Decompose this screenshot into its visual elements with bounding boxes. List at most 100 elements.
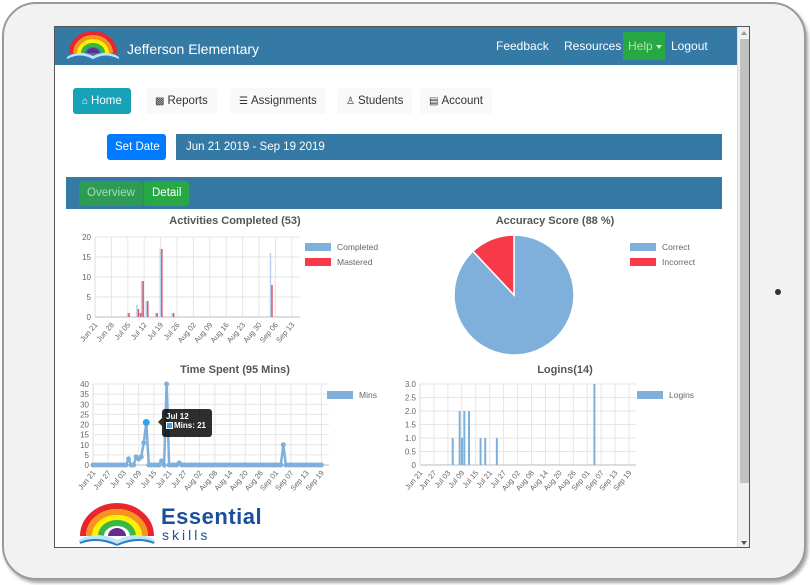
activities-chart-title: Activities Completed (53) — [169, 215, 301, 227]
bar-mastered — [142, 281, 144, 317]
point-mins — [126, 456, 132, 462]
person-icon: ♙ — [346, 96, 355, 107]
point-mins — [131, 462, 137, 468]
legend-label-mins: Mins — [359, 390, 377, 400]
rainbow-logo-icon[interactable] — [65, 31, 121, 61]
legend-mins[interactable]: Mins — [327, 390, 377, 400]
x-tick-label: Jul 15 — [139, 469, 159, 490]
scrollbar-thumb[interactable] — [740, 39, 749, 483]
x-tick-label: Jun 28 — [95, 321, 116, 344]
tooltip-swatch — [166, 422, 173, 429]
bar-mastered — [172, 313, 175, 317]
tab-home[interactable]: ⌂ Home — [73, 88, 131, 114]
scroll-up-arrow-icon[interactable] — [741, 31, 747, 35]
view-subtabs-bar: Overview Detail — [66, 177, 722, 209]
point-mins — [278, 462, 284, 468]
logins-chart-title: Logins(14) — [537, 364, 593, 376]
legend-completed[interactable]: Completed — [305, 242, 379, 252]
legend-logins[interactable]: Logins — [637, 390, 695, 400]
legend-swatch-completed — [305, 243, 331, 251]
home-icon: ⌂ — [82, 96, 89, 107]
tab-home-label: Home — [91, 95, 122, 107]
y-tick-label: 30 — [80, 400, 89, 409]
bar-mastered — [161, 249, 163, 317]
bar-completed — [171, 313, 173, 317]
y-tick-label: 1.5 — [405, 421, 417, 430]
legend-label-incorrect: Incorrect — [662, 257, 696, 267]
chart-tooltip: Jul 12 Mins: 21 — [158, 409, 212, 437]
bar-mastered — [137, 309, 140, 317]
legend-swatch-logins — [637, 391, 663, 399]
top-navbar: Jefferson Elementary Feedback Resources … — [55, 27, 737, 65]
legend-correct[interactable]: Correct — [630, 242, 690, 252]
tab-reports[interactable]: ▩ Reports — [146, 88, 217, 114]
scroll-down-arrow-icon[interactable] — [741, 541, 747, 545]
y-tick-label: 5 — [87, 293, 92, 302]
bar-mastered — [271, 285, 273, 317]
y-tick-label: 2.0 — [405, 407, 417, 416]
bar-mastered — [140, 313, 142, 317]
nav-resources-link[interactable]: Resources — [564, 39, 621, 53]
bar-completed — [154, 313, 157, 317]
rainbow-book-icon — [79, 503, 155, 546]
date-range-display[interactable]: Jun 21 2019 - Sep 19 2019 — [176, 134, 722, 160]
x-tick-label: Sep 13 — [274, 321, 296, 345]
legend-label-completed: Completed — [337, 242, 379, 252]
nav-feedback-link[interactable]: Feedback — [496, 39, 549, 53]
legend-label-logins: Logins — [669, 390, 695, 400]
bar-logins — [458, 411, 461, 465]
caret-down-icon — [655, 44, 662, 49]
set-date-button[interactable]: Set Date — [107, 134, 166, 160]
y-tick-label: 40 — [80, 380, 89, 389]
legend-incorrect[interactable]: Incorrect — [630, 257, 696, 267]
y-tick-label: 35 — [80, 390, 89, 399]
bar-completed — [145, 301, 148, 317]
bar-logins — [463, 411, 466, 465]
x-tick-label: Jul 03 — [108, 469, 128, 490]
tab-account[interactable]: ▤ Account — [420, 88, 493, 114]
footer-brand-subtitle: skills — [162, 527, 211, 543]
point-mins — [164, 381, 170, 387]
essential-skills-logo: Essential skills — [75, 500, 265, 547]
bar-completed — [140, 281, 143, 317]
activities-chart: 05101520Jun 21Jun 28Jul 05Jul 12Jul 19Ju… — [78, 233, 300, 345]
bar-completed — [136, 305, 138, 317]
bar-mastered — [156, 313, 158, 317]
y-tick-label: 15 — [82, 253, 91, 262]
y-tick-label: 0 — [87, 313, 92, 322]
bar-logins — [451, 438, 454, 465]
tooltip-caret — [158, 418, 162, 426]
nav-logout-link[interactable]: Logout — [671, 39, 708, 53]
y-tick-label: 1.0 — [405, 434, 417, 443]
y-tick-label: 10 — [82, 273, 91, 282]
school-name[interactable]: Jefferson Elementary — [127, 41, 259, 57]
accuracy-pie-chart — [453, 234, 575, 356]
x-tick-label: Jul 12 — [129, 321, 149, 342]
nav-help-dropdown[interactable]: Help — [623, 32, 665, 60]
legend-swatch-mins — [327, 391, 353, 399]
point-mins — [280, 442, 286, 448]
tab-students[interactable]: ♙ Students — [337, 88, 413, 114]
tablet-home-button — [775, 289, 781, 295]
y-tick-label: 0 — [412, 461, 417, 470]
legend-mastered[interactable]: Mastered — [305, 257, 373, 267]
bar-logins — [467, 411, 470, 465]
x-tick-label: Jul 19 — [145, 321, 165, 342]
y-tick-label: 2.5 — [405, 394, 417, 403]
tab-assignments-label: Assignments — [250, 95, 317, 107]
subtab-overview[interactable]: Overview — [79, 181, 143, 206]
y-tick-label: 15 — [80, 431, 89, 440]
legend-swatch-mastered — [305, 258, 331, 266]
tab-assignments[interactable]: ☰ Assignments — [230, 88, 326, 114]
bar-chart-icon: ▩ — [155, 96, 165, 107]
y-tick-label: 0.5 — [405, 448, 417, 457]
subtab-detail[interactable]: Detail — [144, 181, 190, 206]
y-tick-label: 5 — [85, 451, 90, 460]
point-mins — [138, 454, 144, 460]
legend-label-mastered: Mastered — [337, 257, 373, 267]
vertical-scrollbar[interactable] — [737, 27, 749, 547]
point-mins — [141, 440, 147, 446]
y-tick-label: 20 — [80, 421, 89, 430]
bar-mastered — [147, 301, 149, 317]
list-icon: ☰ — [239, 96, 248, 107]
